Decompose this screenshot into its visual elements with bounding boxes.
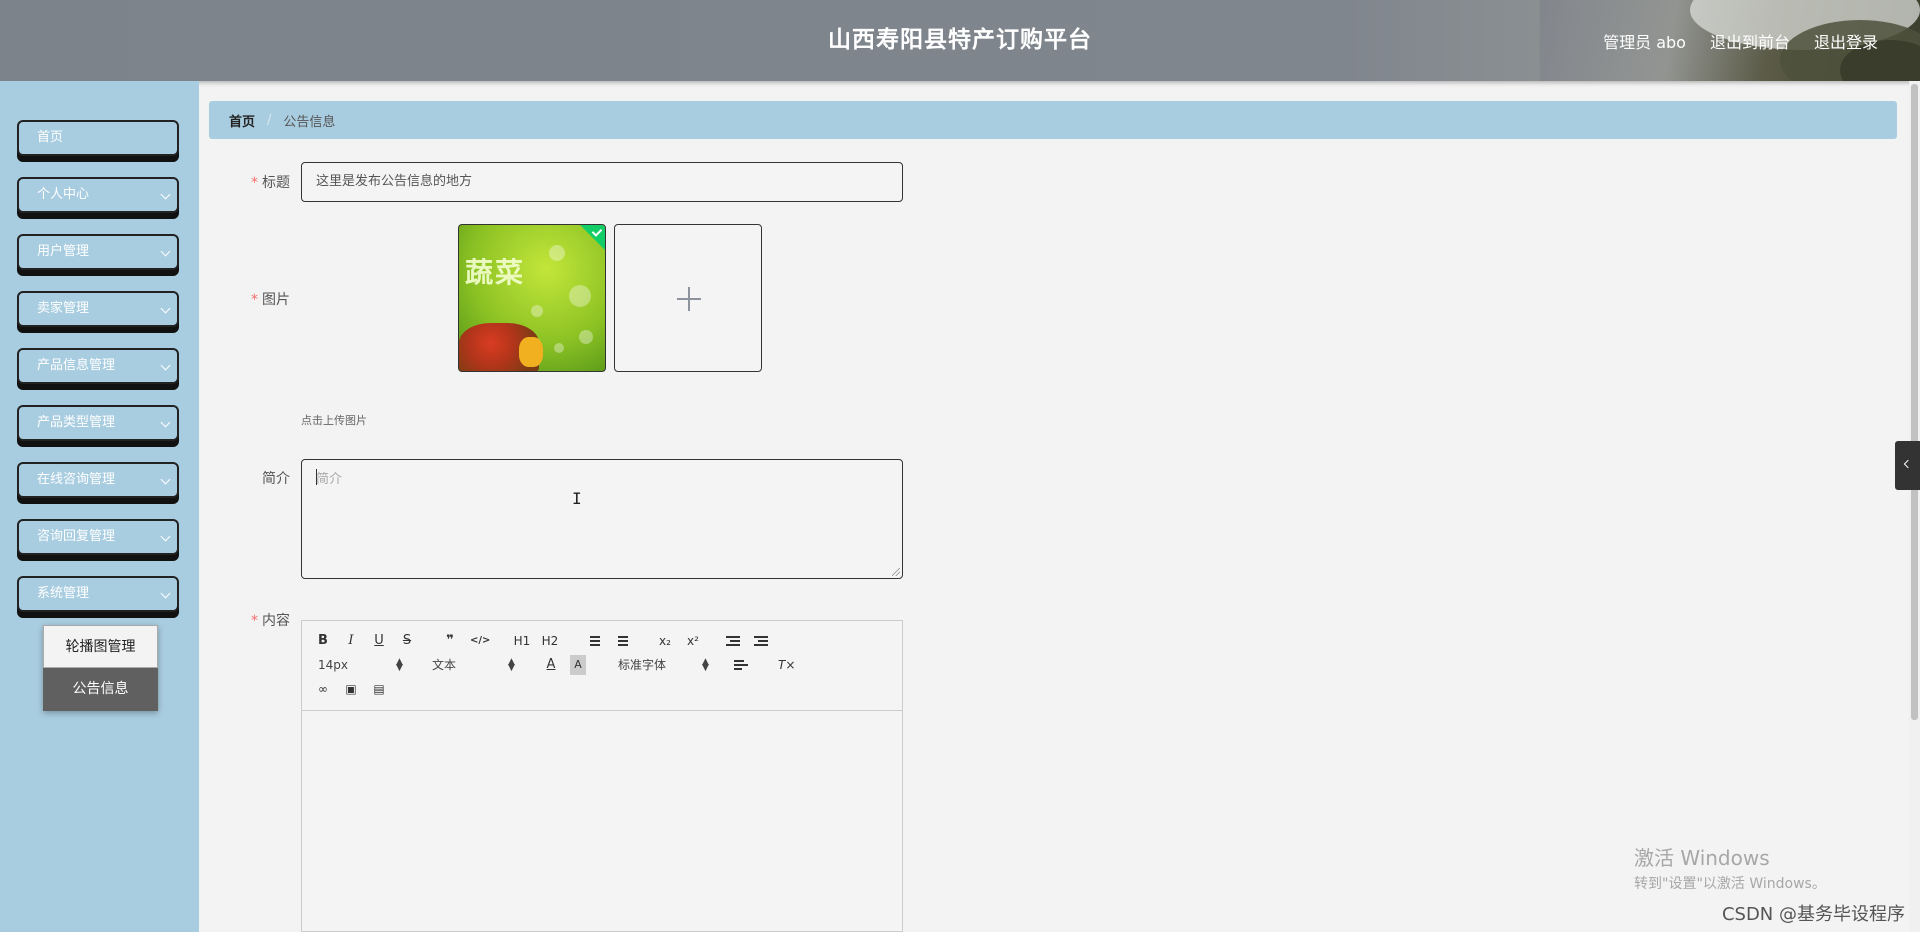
intro-textarea[interactable]: 简介 — [301, 459, 903, 579]
sidebar-item-label: 系统管理 — [37, 586, 90, 601]
breadcrumb-separator: / — [267, 112, 272, 128]
sidebar-item-label: 个人中心 — [37, 187, 90, 202]
uploaded-image-thumbnail[interactable]: 蔬菜 — [458, 224, 606, 372]
submenu-announcement[interactable]: 公告信息 — [43, 668, 158, 711]
sidebar-item-online-consult[interactable]: 在线咨询管理 — [17, 462, 179, 498]
italic-button[interactable]: I — [344, 631, 358, 651]
outdent-icon[interactable] — [726, 635, 740, 647]
font-family-select[interactable]: 标准字体 — [618, 655, 666, 675]
chevron-down-icon — [160, 417, 171, 428]
strike-button[interactable]: S — [400, 631, 414, 651]
thumbnail-text: 蔬菜 — [465, 256, 526, 289]
windows-activation-watermark: 激活 Windows 转到"设置"以激活 Windows。 — [1634, 846, 1826, 892]
font-size-select[interactable]: 14px — [318, 655, 348, 675]
sidebar-item-user-management[interactable]: 用户管理 — [17, 234, 179, 270]
text-cursor-icon: I — [572, 489, 582, 508]
video-icon[interactable]: ▤ — [372, 679, 386, 699]
paragraph-updown-icon: ▲ ▼ — [508, 657, 515, 673]
bold-button[interactable]: B — [316, 631, 330, 651]
admin-user-label[interactable]: 管理员 abo — [1603, 29, 1686, 53]
breadcrumb: 首页 / 公告信息 — [209, 101, 1897, 139]
image-icon[interactable]: ▣ — [344, 679, 358, 699]
content-label: * 内容 — [251, 613, 290, 629]
sidebar-item-seller-management[interactable]: 卖家管理 — [17, 291, 179, 327]
sidebar-item-label: 用户管理 — [37, 244, 90, 259]
sidebar-item-system-management[interactable]: 系统管理 — [17, 576, 179, 612]
rich-text-editor: B I U S ❞ </> H1 H2 x₂ x² 14px ▲ ▼ 文本 ▲ ▼ … — [301, 620, 903, 932]
font-family-updown-icon: ▲ ▼ — [702, 657, 709, 673]
code-block-button[interactable]: </> — [470, 631, 490, 651]
image-label: * 图片 — [251, 292, 290, 308]
superscript-button[interactable]: x² — [684, 631, 702, 651]
collapse-side-panel-button[interactable] — [1895, 441, 1920, 490]
background-color-icon[interactable]: A — [570, 655, 586, 675]
sidebar-item-label: 咨询回复管理 — [37, 529, 116, 544]
breadcrumb-current: 公告信息 — [283, 114, 336, 130]
font-color-icon[interactable]: A — [544, 655, 558, 675]
chevron-down-icon — [160, 303, 171, 314]
intro-label: 简介 — [262, 471, 290, 487]
sidebar-item-consult-reply[interactable]: 咨询回复管理 — [17, 519, 179, 555]
bullet-list-icon[interactable] — [614, 635, 628, 647]
csdn-watermark: CSDN @基务毕设程序 — [1721, 904, 1905, 925]
upload-tip: 点击上传图片 — [301, 414, 367, 427]
editor-toolbar: B I U S ❞ </> H1 H2 x₂ x² 14px ▲ ▼ 文本 ▲ ▼ … — [302, 621, 902, 711]
sidebar-item-product-info[interactable]: 产品信息管理 — [17, 348, 179, 384]
chevron-down-icon — [160, 588, 171, 599]
font-size-updown-icon: ▲ ▼ — [396, 657, 403, 673]
indent-icon[interactable] — [754, 635, 768, 647]
link-icon[interactable]: ∞ — [316, 679, 330, 699]
resize-handle[interactable] — [892, 568, 900, 576]
blockquote-button[interactable]: ❞ — [442, 631, 458, 651]
logout-link[interactable]: 退出登录 — [1814, 29, 1878, 53]
chevron-down-icon — [160, 246, 171, 257]
sidebar-item-label: 在线咨询管理 — [37, 472, 116, 487]
sidebar-item-label: 产品类型管理 — [37, 415, 116, 430]
breadcrumb-home[interactable]: 首页 — [229, 111, 255, 130]
back-to-frontend-link[interactable]: 退出到前台 — [1710, 29, 1790, 53]
clear-format-icon[interactable]: T× — [778, 655, 795, 675]
submenu-carousel[interactable]: 轮播图管理 — [43, 625, 158, 668]
sidebar-item-label: 首页 — [37, 130, 64, 145]
align-left-icon[interactable] — [734, 659, 748, 671]
ordered-list-icon[interactable] — [586, 635, 600, 647]
header-links: 管理员 abo 退出到前台 退出登录 — [1603, 0, 1878, 81]
chevron-down-icon — [160, 360, 171, 371]
chevron-down-icon — [160, 531, 171, 542]
top-header: 山西寿阳县特产订购平台 管理员 abo 退出到前台 退出登录 — [0, 0, 1920, 81]
scrollbar-thumb[interactable] — [1911, 84, 1918, 720]
title-label: * 标题 — [251, 175, 290, 191]
subscript-button[interactable]: x₂ — [656, 631, 674, 651]
heading2-button[interactable]: H2 — [540, 631, 560, 651]
title-input[interactable]: 这里是发布公告信息的地方 — [301, 162, 903, 202]
chevron-down-icon — [160, 474, 171, 485]
chevron-down-icon — [160, 189, 171, 200]
paragraph-select[interactable]: 文本 — [432, 655, 456, 675]
system-submenu: 轮播图管理 公告信息 — [43, 625, 158, 711]
intro-placeholder: 简介 — [316, 472, 343, 487]
sidebar-item-product-type[interactable]: 产品类型管理 — [17, 405, 179, 441]
sidebar-item-label: 产品信息管理 — [37, 358, 116, 373]
heading1-button[interactable]: H1 — [512, 631, 532, 651]
sidebar-item-personal-center[interactable]: 个人中心 — [17, 177, 179, 213]
chevron-left-icon — [1903, 459, 1913, 469]
sidebar-item-home[interactable]: 首页 — [17, 120, 179, 156]
sidebar-item-label: 卖家管理 — [37, 301, 90, 316]
underline-button[interactable]: U — [372, 631, 386, 651]
image-upload-button[interactable] — [614, 224, 762, 372]
